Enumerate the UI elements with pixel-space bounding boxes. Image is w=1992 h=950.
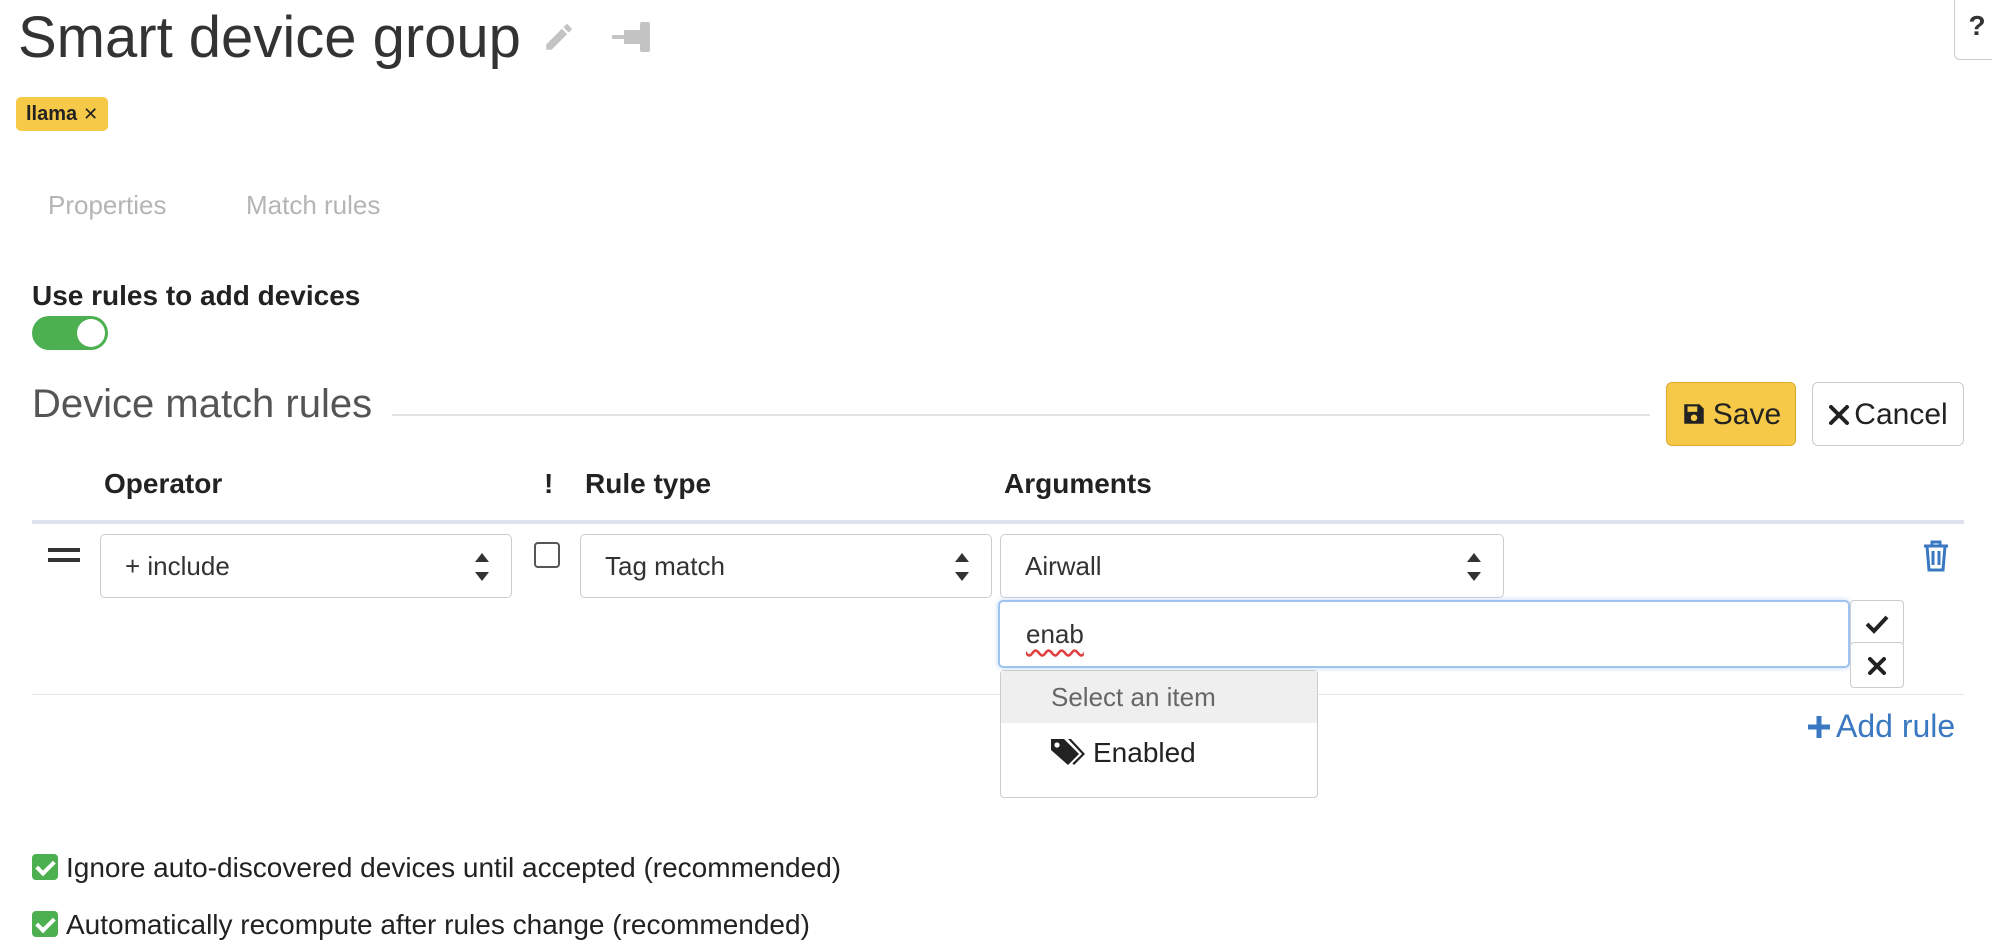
column-header-operator: Operator (104, 468, 223, 499)
column-header-arguments: Arguments (1004, 468, 1152, 499)
confirm-button[interactable] (1850, 600, 1904, 646)
add-rule-label: Add rule (1836, 708, 1956, 744)
tab-match-rules[interactable]: Match rules (246, 190, 380, 221)
close-icon (1868, 657, 1886, 675)
close-icon (1829, 405, 1850, 425)
column-header-rule-type: Rule type (585, 468, 712, 499)
argument-value: Airwall (1025, 551, 1102, 581)
use-rules-label: Use rules to add devices (32, 280, 361, 311)
cancel-button[interactable]: Cancel (1812, 382, 1964, 446)
operator-select[interactable]: + include (100, 534, 512, 598)
device-match-rules-heading: Device match rules (32, 382, 373, 426)
floppy-icon (1684, 404, 1704, 424)
header-divider (32, 520, 1964, 524)
option-label: Enabled (1093, 737, 1196, 768)
dropdown-placeholder[interactable]: Select an item (1001, 671, 1317, 723)
cancel-label: Cancel (1854, 398, 1948, 431)
column-header-negate: ! (544, 468, 554, 499)
page-title-text: Smart device group (18, 5, 521, 70)
pin-icon[interactable] (610, 18, 656, 56)
select-arrows-icon (1467, 553, 1481, 581)
plus-icon (1808, 716, 1830, 738)
page-title: Smart device group (18, 4, 521, 72)
search-value: enab (1026, 619, 1084, 649)
use-rules-toggle[interactable] (32, 316, 108, 350)
pencil-icon[interactable] (542, 20, 576, 54)
help-button[interactable]: ? (1954, 0, 1992, 60)
toggle-knob (77, 319, 105, 347)
tag-badge: llama ✕ (16, 97, 109, 131)
tag-label: llama (26, 103, 78, 125)
rule-type-select[interactable]: Tag match (580, 534, 992, 598)
argument-search-input[interactable]: enab (998, 600, 1850, 668)
save-button[interactable]: Save (1666, 382, 1796, 446)
tags-icon (1051, 739, 1085, 765)
auto-recompute-option[interactable]: Automatically recompute after rules chan… (32, 909, 810, 941)
tab-properties[interactable]: Properties (48, 190, 167, 221)
rule-type-value: Tag match (605, 551, 725, 581)
save-label: Save (1712, 398, 1782, 431)
operator-value: + include (125, 551, 230, 581)
row-divider (32, 694, 1964, 695)
argument-select[interactable]: Airwall (1000, 534, 1504, 598)
ignore-autodiscovered-label: Ignore auto-discovered devices until acc… (66, 852, 842, 883)
dropdown-option-enabled[interactable]: Enabled (1049, 733, 1196, 773)
add-rule-link[interactable]: Add rule (1806, 708, 1955, 745)
trash-icon[interactable] (1922, 540, 1950, 572)
remove-tag-icon[interactable]: ✕ (83, 104, 98, 124)
checkmark-icon (1865, 615, 1889, 634)
drag-handle-icon[interactable] (48, 548, 80, 564)
select-arrows-icon (475, 553, 489, 581)
ignore-autodiscovered-option[interactable]: Ignore auto-discovered devices until acc… (32, 852, 841, 884)
select-arrows-icon (955, 553, 969, 581)
argument-dropdown: Select an item Enabled (1000, 670, 1318, 798)
auto-recompute-label: Automatically recompute after rules chan… (66, 909, 810, 940)
auto-recompute-checkbox[interactable] (32, 911, 58, 937)
ignore-autodiscovered-checkbox[interactable] (32, 854, 58, 880)
discard-button[interactable] (1850, 642, 1904, 688)
negate-checkbox[interactable] (534, 542, 560, 568)
divider (392, 414, 1650, 416)
